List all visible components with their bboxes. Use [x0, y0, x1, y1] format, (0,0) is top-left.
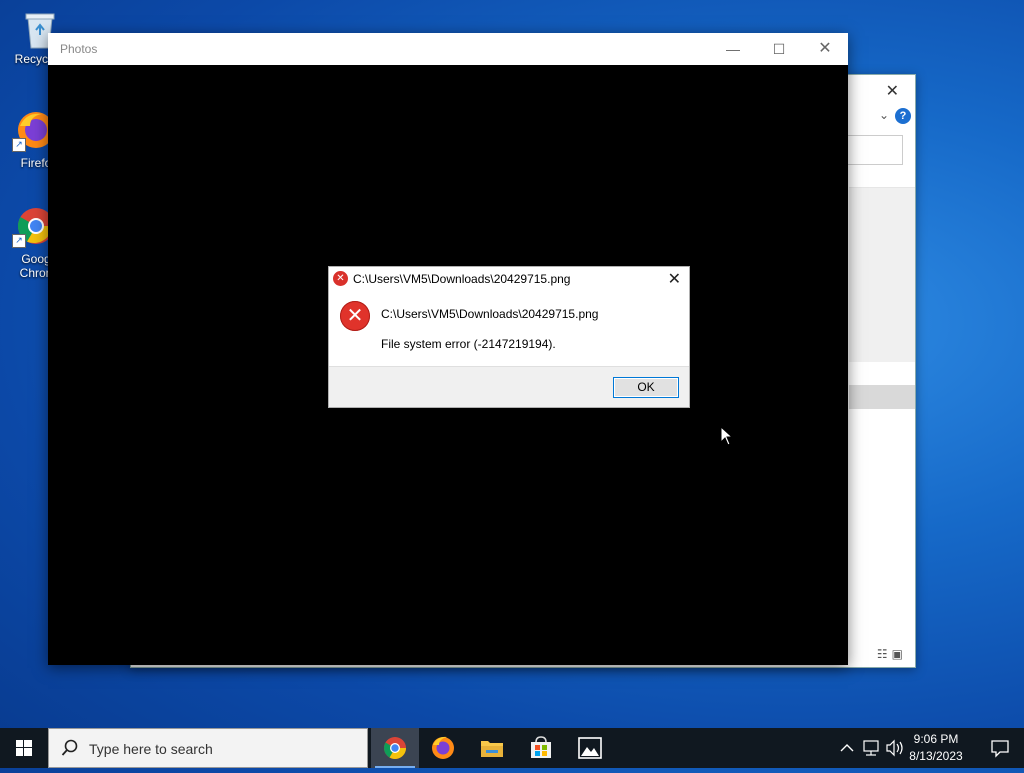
close-button[interactable]: ✕ [802, 33, 848, 65]
network-icon [863, 740, 879, 756]
help-icon[interactable]: ? [895, 108, 911, 124]
taskbar-firefox[interactable] [419, 728, 467, 768]
error-icon: ✕ [333, 271, 348, 286]
close-icon[interactable]: ✕ [886, 81, 899, 101]
error-dialog[interactable]: ✕ C:\Users\VM5\Downloads\20429715.png ✕ … [328, 266, 690, 408]
maximize-button[interactable]: ☐ [756, 33, 802, 65]
ok-button[interactable]: OK [613, 377, 679, 398]
mouse-cursor-icon [720, 425, 734, 451]
error-icon-large: ✕ [340, 301, 370, 331]
dialog-footer: OK [329, 366, 689, 407]
taskbar-clock[interactable]: 9:06 PM 8/13/2023 [906, 731, 966, 765]
error-message: File system error (-2147219194). [381, 337, 556, 351]
volume-icon [886, 739, 903, 757]
notification-icon[interactable] [990, 738, 1010, 763]
start-button[interactable] [0, 728, 48, 768]
taskbar: Type here to search 9:06 PM 8/13/2023 [0, 728, 1024, 768]
system-tray[interactable] [838, 728, 910, 768]
dialog-title: C:\Users\VM5\Downloads\20429715.png [353, 272, 571, 286]
firefox-icon [432, 736, 454, 759]
window-title: Photos [60, 42, 98, 56]
search-icon [61, 739, 78, 756]
chevron-down-icon[interactable]: ⌄ [879, 108, 889, 122]
file-explorer-icon [481, 741, 503, 757]
shortcut-arrow-icon: ↗ [12, 138, 26, 152]
selected-row[interactable] [849, 385, 915, 409]
title-bar[interactable]: Photos — ☐ ✕ [48, 33, 848, 65]
shortcut-arrow-icon: ↗ [12, 234, 26, 248]
microsoft-store-icon [531, 736, 551, 758]
photos-icon [578, 737, 602, 759]
chrome-icon [384, 737, 406, 759]
taskbar-photos[interactable] [566, 728, 614, 768]
details-pane [849, 187, 915, 362]
windows-logo-icon [16, 740, 32, 756]
taskbar-search-box[interactable]: Type here to search [48, 728, 368, 768]
minimize-button[interactable]: — [710, 33, 756, 65]
dialog-title-bar[interactable]: ✕ C:\Users\VM5\Downloads\20429715.png ✕ [329, 267, 689, 291]
taskbar-file-explorer[interactable] [468, 728, 516, 768]
error-file-path: C:\Users\VM5\Downloads\20429715.png [381, 307, 599, 321]
view-toggle-buttons[interactable]: ☷▣ [877, 647, 907, 661]
taskbar-chrome[interactable] [371, 728, 419, 768]
taskbar-microsoft-store[interactable] [517, 728, 565, 768]
search-placeholder: Type here to search [89, 741, 213, 757]
clock-time: 9:06 PM [913, 732, 959, 746]
chevron-up-icon [840, 744, 854, 752]
clock-date: 8/13/2023 [909, 749, 963, 763]
dialog-close-button[interactable]: ✕ [668, 269, 681, 289]
